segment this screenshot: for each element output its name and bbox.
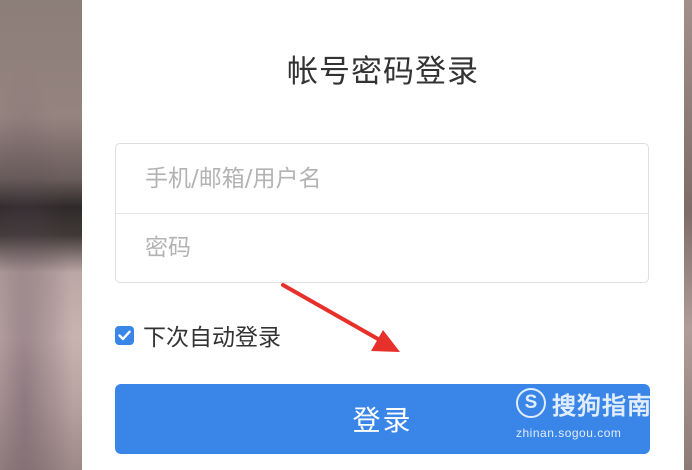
background-photo-left	[0, 0, 82, 470]
remember-me[interactable]: 下次自动登录	[115, 320, 281, 351]
login-button[interactable]: 登录	[115, 384, 650, 454]
username-input[interactable]	[145, 165, 625, 192]
login-form-fields	[115, 143, 649, 283]
page-title: 帐号密码登录	[287, 54, 479, 90]
checkmark-icon	[118, 330, 131, 340]
password-field-row	[116, 213, 648, 282]
login-panel: 帐号密码登录 下次自动登录 登录	[82, 0, 684, 470]
password-input[interactable]	[145, 235, 625, 261]
remember-checkbox[interactable]	[115, 325, 134, 345]
remember-label: 下次自动登录	[143, 325, 281, 351]
username-field-row	[116, 144, 648, 213]
background-photo-right	[684, 0, 692, 470]
